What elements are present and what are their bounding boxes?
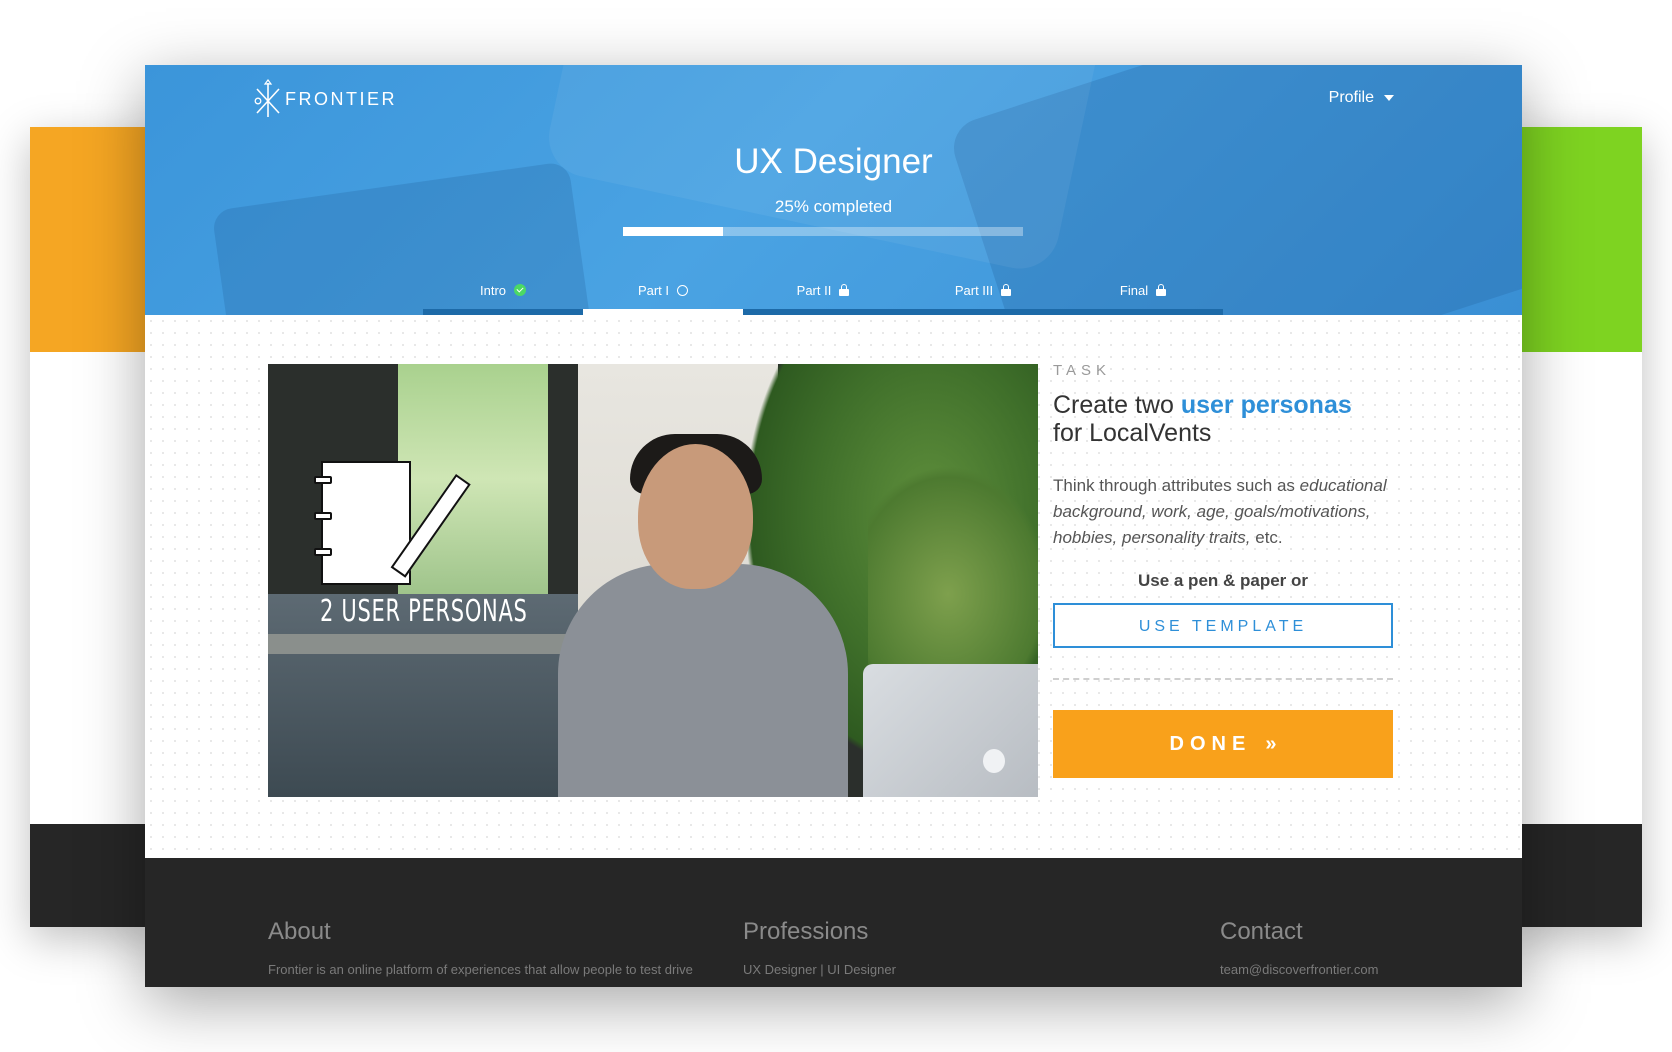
compass-icon bbox=[254, 79, 280, 117]
use-template-button[interactable]: USE TEMPLATE bbox=[1053, 603, 1393, 648]
tab-final[interactable]: Final bbox=[1063, 265, 1223, 315]
lock-icon bbox=[1156, 284, 1167, 296]
page-title: UX Designer bbox=[734, 142, 933, 181]
tab-label: Part I bbox=[637, 282, 670, 298]
hero-header: FRONTIER Profile UX Designer 25% complet… bbox=[145, 65, 1522, 315]
background-card-left bbox=[30, 127, 160, 927]
task-label: TASK bbox=[1053, 362, 1112, 379]
profile-menu[interactable]: Profile bbox=[1329, 89, 1394, 107]
footer-professions-title: Professions bbox=[743, 918, 869, 945]
tab-label: Part III bbox=[954, 282, 994, 298]
progress-fill bbox=[623, 227, 723, 236]
app-window: FRONTIER Profile UX Designer 25% complet… bbox=[145, 65, 1522, 987]
dashed-divider bbox=[1053, 678, 1393, 680]
footer-about: About Frontier is an online platform of … bbox=[268, 918, 708, 980]
lock-icon bbox=[839, 284, 850, 296]
tab-part-1[interactable]: Part I bbox=[583, 265, 743, 315]
frontier-logo[interactable]: FRONTIER bbox=[253, 79, 397, 119]
apple-logo-icon bbox=[983, 749, 1005, 773]
site-footer: About Frontier is an online platform of … bbox=[145, 858, 1522, 987]
task-video[interactable]: 2 USER PERSONAS bbox=[268, 364, 1038, 797]
tab-label: Intro bbox=[479, 282, 506, 298]
main-content: 2 USER PERSONAS TASK Create two user per… bbox=[145, 315, 1522, 858]
footer-contact: Contact team@discoverfrontier.com bbox=[1220, 918, 1480, 980]
tab-label: Part II bbox=[796, 282, 832, 298]
caret-down-icon bbox=[1384, 95, 1394, 101]
profile-label: Profile bbox=[1328, 89, 1374, 106]
footer-contact-email[interactable]: team@discoverfrontier.com bbox=[1220, 960, 1480, 980]
task-heading-suffix: for LocalVents bbox=[1053, 419, 1212, 447]
brand-name: FRONTIER bbox=[285, 88, 397, 109]
footer-about-title: About bbox=[268, 918, 331, 945]
footer-professions: Professions UX Designer | UI Designer bbox=[743, 918, 1043, 980]
background-card-right bbox=[1512, 127, 1642, 927]
task-description: Think through attributes such as educati… bbox=[1053, 473, 1393, 551]
check-circle-icon bbox=[514, 284, 526, 296]
step-tabs: Intro Part I Part II Part III Final bbox=[423, 265, 1223, 315]
tab-part-2[interactable]: Part II bbox=[743, 265, 903, 315]
footer-about-text: Frontier is an online platform of experi… bbox=[268, 962, 693, 977]
done-button[interactable]: DONE » bbox=[1053, 710, 1393, 778]
progress-label: 25% completed bbox=[774, 197, 893, 216]
video-caption: 2 USER PERSONAS bbox=[320, 594, 528, 629]
task-panel: TASK Create two user personas for LocalV… bbox=[1053, 359, 1393, 778]
footer-professions-links[interactable]: UX Designer | UI Designer bbox=[743, 960, 1043, 980]
laptop-image bbox=[863, 664, 1038, 797]
task-heading: Create two user personas for LocalVents bbox=[1053, 391, 1393, 447]
double-chevron-right-icon: » bbox=[1265, 732, 1277, 755]
task-desc-prefix: Think through attributes such as bbox=[1053, 476, 1295, 495]
pen-paper-note: Use a pen & paper or bbox=[1137, 571, 1309, 590]
task-desc-suffix: etc. bbox=[1255, 528, 1283, 547]
presenter bbox=[558, 564, 848, 797]
progress-bar bbox=[623, 227, 1023, 236]
task-heading-highlight: user personas bbox=[1180, 391, 1352, 419]
tab-intro[interactable]: Intro bbox=[423, 265, 583, 315]
done-label: DONE bbox=[1169, 732, 1252, 755]
task-heading-prefix: Create two bbox=[1053, 391, 1174, 419]
lock-icon bbox=[1001, 284, 1012, 296]
circle-icon bbox=[677, 284, 689, 296]
tab-label: Final bbox=[1119, 282, 1149, 298]
footer-contact-title: Contact bbox=[1220, 918, 1303, 945]
tab-part-3[interactable]: Part III bbox=[903, 265, 1063, 315]
